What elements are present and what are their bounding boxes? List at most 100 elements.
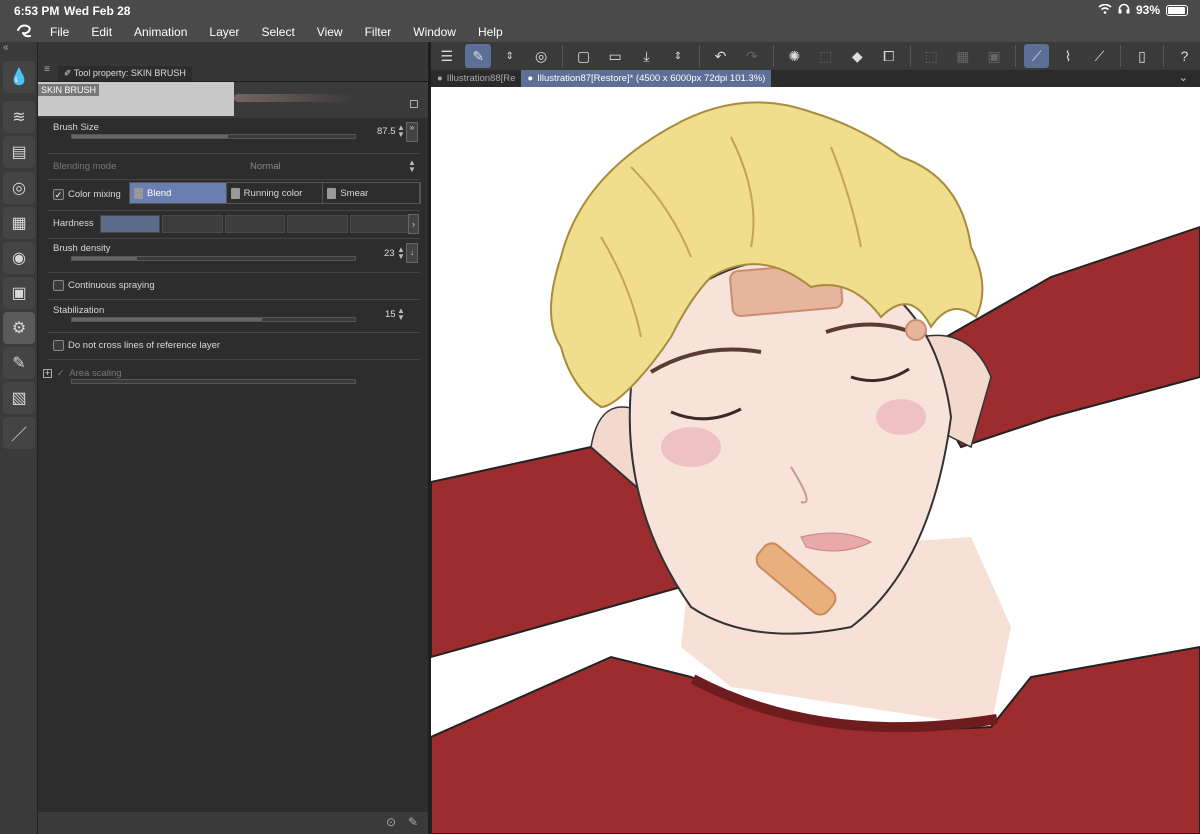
brush-density-value: 23 [384, 248, 395, 259]
sub-tool-detail-button[interactable]: ✎ [3, 347, 35, 379]
undo-icon[interactable]: ↶ [708, 44, 733, 68]
menu-filter[interactable]: Filter [365, 25, 392, 39]
spin-arrows-icon[interactable]: ▲ ▼ [397, 246, 405, 261]
layer-palette-button[interactable]: ≋ [3, 101, 35, 133]
plus-icon[interactable]: + [43, 369, 52, 378]
color-circle-button[interactable]: ◉ [3, 242, 35, 274]
tool-property-button[interactable]: ⚙ [3, 312, 35, 344]
hardness-step-4[interactable] [287, 215, 348, 233]
do-not-cross-option: Do not cross lines of reference layer [53, 340, 220, 351]
color-mixing-option: ✓ Color mixing [53, 189, 121, 200]
brush-density-row: Brush density 23 ▲ ▼ ↓ [48, 239, 420, 273]
hardness-step-5[interactable] [349, 215, 411, 233]
menu-animation[interactable]: Animation [134, 25, 187, 39]
wrench-icon[interactable]: ✎ [408, 815, 418, 829]
up-down-arrows-icon[interactable]: ⇕ [497, 44, 522, 68]
blending-mode-label: Blending mode [53, 161, 117, 172]
smear-option[interactable]: Smear [323, 183, 421, 203]
smartphone-icon[interactable]: ▯ [1129, 44, 1154, 68]
continuous-spraying-checkbox[interactable] [53, 280, 64, 291]
clear-selection-icon[interactable]: ⬚ [919, 44, 944, 68]
color-mixing-checkbox[interactable]: ✓ [53, 189, 64, 200]
chevron-right-icon[interactable]: › [408, 214, 419, 234]
brush-density-slider[interactable] [71, 256, 356, 261]
layer-property-button[interactable]: ▤ [3, 136, 35, 168]
color-set-button[interactable]: ▣ [3, 277, 35, 309]
lock-icon[interactable] [410, 100, 418, 108]
reference-button[interactable]: ▧ [3, 382, 35, 414]
brush-stroke-icon[interactable]: ⌇ [1055, 44, 1080, 68]
hardness-step-1[interactable] [100, 215, 161, 233]
line-snap-icon[interactable]: ⟋ [1087, 44, 1112, 68]
pressure-icon[interactable]: ↓ [406, 243, 418, 263]
panel-menu-icon[interactable]: ≡ [44, 64, 50, 75]
edit-tool-icon[interactable]: ✎ [465, 44, 491, 68]
expand-icon[interactable]: » [406, 122, 418, 142]
dot-icon: ● [527, 73, 534, 84]
menu-help[interactable]: Help [478, 25, 503, 39]
running-color-option[interactable]: Running color [227, 183, 324, 203]
drawing-canvas[interactable] [431, 87, 1200, 834]
blend-option[interactable]: Blend [130, 183, 227, 203]
menu-window[interactable]: Window [413, 25, 456, 39]
dropdown-arrows-icon[interactable]: ▲ ▼ [408, 159, 416, 174]
material-button[interactable]: ▦ [3, 207, 35, 239]
hardness-step-3[interactable] [224, 215, 286, 233]
navigator-icon: ◎ [12, 180, 26, 197]
pen-icon: ／ [10, 427, 27, 444]
toolbar-separator [1014, 45, 1016, 67]
status-time: 6:53 PM [14, 4, 60, 18]
new-canvas-icon[interactable]: ▢ [571, 44, 596, 68]
initial-setting-icon[interactable]: ⊙ [386, 815, 396, 829]
save-icon[interactable]: ⤓ [634, 44, 659, 68]
brush-size-value: 87.5 [377, 126, 396, 137]
up-down-arrows-icon[interactable]: ⇕ [665, 44, 690, 68]
collapse-arrows-icon[interactable]: « [0, 42, 37, 58]
tab-illustration87[interactable]: ● Illustration87[Restore]* (4500 x 6000px… [521, 70, 772, 87]
tab-illustration88[interactable]: ● Illustration88[Re [431, 70, 521, 87]
do-not-cross-checkbox[interactable] [53, 340, 64, 351]
tool-property-icon: ⚙ [11, 320, 27, 337]
panel-tab[interactable]: ✐ Tool property: SKIN BRUSH [58, 66, 192, 81]
app-logo-icon[interactable] [0, 24, 50, 41]
show-selection-icon[interactable]: ▣ [981, 44, 1006, 68]
ruler-snap-icon[interactable]: ⟋ [1023, 44, 1050, 68]
color-mixing-label: Color mixing [68, 189, 121, 201]
sub-tool-detail-icon: ✎ [12, 355, 26, 372]
stabilization-slider[interactable] [71, 317, 356, 322]
hardness-selector [100, 215, 411, 233]
sub-tool-palette-button[interactable]: 💧 [3, 61, 35, 93]
brush-size-slider[interactable] [71, 134, 356, 139]
spin-arrows-icon[interactable]: ▲ ▼ [397, 307, 405, 322]
fill-bucket-icon[interactable]: ◆ [845, 44, 870, 68]
menu-bar: File Edit Animation Layer Select View Fi… [0, 22, 1200, 42]
chevron-down-icon[interactable]: ⌄ [1179, 71, 1188, 84]
toolbar-separator [1162, 45, 1164, 67]
spin-arrows-icon[interactable]: ▲ ▼ [397, 124, 405, 139]
open-folder-icon[interactable]: ▭ [602, 44, 627, 68]
menu-edit[interactable]: Edit [91, 25, 112, 39]
menu-file[interactable]: File [50, 25, 69, 39]
crop-icon[interactable]: ⧠ [876, 44, 901, 68]
spiral-icon[interactable]: ◎ [528, 44, 553, 68]
navigator-button[interactable]: ◎ [3, 172, 35, 204]
menu-layer[interactable]: Layer [209, 25, 239, 39]
toolbar-separator [561, 45, 563, 67]
blending-mode-value[interactable]: Normal [250, 161, 281, 172]
loading-icon[interactable]: ✺ [782, 44, 807, 68]
area-scaling-slider[interactable] [71, 379, 356, 384]
menu-select[interactable]: Select [261, 25, 294, 39]
area-scaling-row: + ✓ Area scaling [43, 368, 122, 379]
menu-view[interactable]: View [317, 25, 343, 39]
battery-icon [1166, 4, 1188, 16]
pen-tool-button[interactable]: ／ [3, 417, 35, 449]
redo-icon[interactable]: ↷ [739, 44, 764, 68]
hardness-step-2[interactable] [162, 215, 223, 233]
help-icon[interactable]: ? [1172, 44, 1197, 68]
brush-tip-icon: 💧 [9, 69, 29, 86]
hamburger-menu-icon[interactable]: ☰ [434, 44, 459, 68]
color-mixing-mode: Blend Running color Smear [129, 182, 421, 204]
stabilization-value: 15 [385, 309, 396, 320]
transform-icon[interactable]: ⬚ [813, 44, 838, 68]
invert-selection-icon[interactable]: ▦ [950, 44, 975, 68]
